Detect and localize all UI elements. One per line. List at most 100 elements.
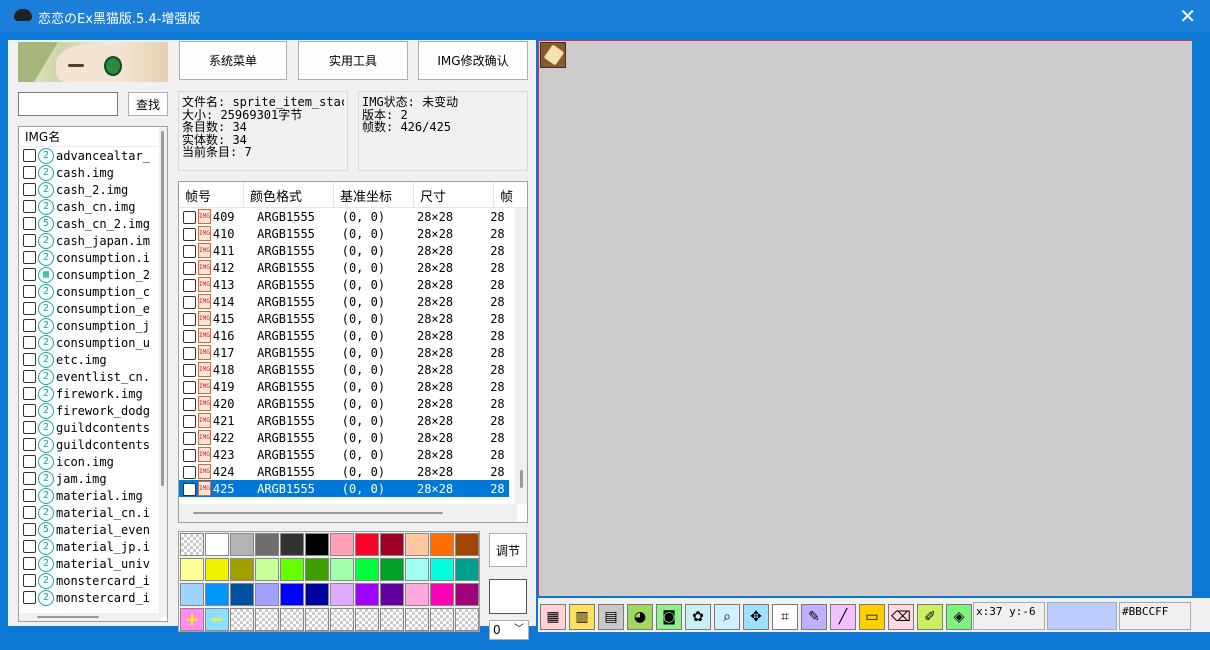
img-checkbox[interactable] xyxy=(23,506,36,519)
palette-swatch[interactable] xyxy=(180,583,204,606)
palette-swatch[interactable] xyxy=(455,558,479,581)
img-list-item[interactable]: 2 consumption_j xyxy=(19,317,167,334)
cat-tool-icon[interactable]: ◕ xyxy=(627,604,653,630)
search-input[interactable] xyxy=(18,92,118,116)
col-header-coord[interactable]: 基准坐标 xyxy=(334,182,414,208)
palette-swatch[interactable] xyxy=(355,583,379,606)
remove-color-button[interactable]: − xyxy=(205,608,229,631)
palette-swatch-transparent[interactable] xyxy=(330,608,354,631)
img-list-item[interactable]: 2 firework.img xyxy=(19,385,167,402)
frame-checkbox[interactable] xyxy=(183,312,196,326)
img-checkbox[interactable] xyxy=(23,217,36,230)
img-list-item[interactable]: 2 cash_cn.img xyxy=(19,198,167,215)
frame-checkbox[interactable] xyxy=(183,210,196,224)
img-checkbox[interactable] xyxy=(23,183,36,196)
frame-checkbox[interactable] xyxy=(183,397,196,411)
palette-swatch[interactable] xyxy=(455,533,479,556)
palette-tool-icon[interactable]: ▥ xyxy=(569,604,595,630)
img-list-item[interactable]: 2 guildcontents xyxy=(19,419,167,436)
palette-swatch-transparent[interactable] xyxy=(180,533,204,556)
palette-swatch[interactable] xyxy=(330,533,354,556)
img-checkbox[interactable] xyxy=(23,149,36,162)
palette-swatch-transparent[interactable] xyxy=(280,608,304,631)
img-list-item[interactable]: 2 cash_japan.im xyxy=(19,232,167,249)
img-list-item[interactable]: 2 consumption_u xyxy=(19,334,167,351)
frame-checkbox[interactable] xyxy=(183,261,196,275)
frame-row[interactable]: IMG 413 ARGB1555 (0, 0) 28×28 28 xyxy=(179,276,509,293)
eraser-tool-icon[interactable]: ⌫ xyxy=(888,604,914,630)
palette-swatch[interactable] xyxy=(430,583,454,606)
palette-swatch[interactable] xyxy=(330,583,354,606)
frame-row[interactable]: IMG 414 ARGB1555 (0, 0) 28×28 28 xyxy=(179,293,509,310)
img-list-item[interactable]: 2 monstercard_i xyxy=(19,572,167,589)
img-list-item[interactable]: 2 icon.img xyxy=(19,453,167,470)
palette-swatch-transparent[interactable] xyxy=(455,608,479,631)
move-tool-icon[interactable]: ✥ xyxy=(743,604,769,630)
palette-swatch[interactable] xyxy=(380,583,404,606)
close-icon[interactable]: ✕ xyxy=(1179,4,1196,28)
palette-swatch[interactable] xyxy=(180,558,204,581)
img-list-item[interactable]: 2 material.img xyxy=(19,487,167,504)
palette-swatch[interactable] xyxy=(330,558,354,581)
frame-row[interactable]: IMG 415 ARGB1555 (0, 0) 28×28 28 xyxy=(179,310,509,327)
palette-swatch[interactable] xyxy=(355,533,379,556)
palette-swatch[interactable] xyxy=(430,558,454,581)
frame-row[interactable]: IMG 410 ARGB1555 (0, 0) 28×28 28 xyxy=(179,225,509,242)
adjust-select[interactable]: 0 ﹀ xyxy=(489,620,529,640)
img-checkbox[interactable] xyxy=(23,285,36,298)
system-menu-button[interactable]: 系统菜单 xyxy=(179,41,287,80)
palette-swatch-transparent[interactable] xyxy=(405,608,429,631)
img-checkbox[interactable] xyxy=(23,574,36,587)
palette-swatch[interactable] xyxy=(380,558,404,581)
palette-swatch[interactable] xyxy=(205,583,229,606)
frame-checkbox[interactable] xyxy=(183,278,196,292)
frame-row[interactable]: IMG 417 ARGB1555 (0, 0) 28×28 28 xyxy=(179,344,509,361)
eyedropper-tool-icon[interactable]: ✐ xyxy=(917,604,943,630)
img-checkbox[interactable] xyxy=(23,455,36,468)
frame-checkbox[interactable] xyxy=(183,363,196,377)
img-checkbox[interactable] xyxy=(23,319,36,332)
frame-checkbox[interactable] xyxy=(183,414,196,428)
frame-checkbox[interactable] xyxy=(183,227,196,241)
palette-swatch-transparent[interactable] xyxy=(430,608,454,631)
camera-tool-icon[interactable]: ◙ xyxy=(656,604,682,630)
img-checkbox[interactable] xyxy=(23,166,36,179)
img-list-item[interactable]: 2 material_jp.i xyxy=(19,538,167,555)
img-list-item[interactable]: 2 monstercard_i xyxy=(19,589,167,606)
tools-button[interactable]: 实用工具 xyxy=(298,41,408,80)
img-list-item[interactable]: 2 jam.img xyxy=(19,470,167,487)
img-checkbox[interactable] xyxy=(23,251,36,264)
pencil-tool-icon[interactable]: ✎ xyxy=(801,604,827,630)
img-list-item[interactable]: 2 consumption_c xyxy=(19,283,167,300)
rect-tool-icon[interactable]: ▭ xyxy=(859,604,885,630)
palette-swatch[interactable] xyxy=(405,533,429,556)
img-checkbox[interactable] xyxy=(23,421,36,434)
crop-tool-icon[interactable]: ⌗ xyxy=(772,604,798,630)
col-header-frame[interactable]: 帧号 xyxy=(179,182,244,208)
palette-swatch[interactable] xyxy=(380,533,404,556)
img-list-hscroll[interactable] xyxy=(19,613,161,621)
img-checkbox[interactable] xyxy=(23,387,36,400)
img-list-item[interactable]: 2 consumption.i xyxy=(19,249,167,266)
frame-checkbox[interactable] xyxy=(183,346,196,360)
frame-row[interactable]: IMG 424 ARGB1555 (0, 0) 28×28 28 xyxy=(179,463,509,480)
palette-swatch[interactable] xyxy=(230,583,254,606)
palette-swatch-transparent[interactable] xyxy=(255,608,279,631)
frame-row[interactable]: IMG 412 ARGB1555 (0, 0) 28×28 28 xyxy=(179,259,509,276)
palette-swatch[interactable] xyxy=(405,558,429,581)
palette-swatch[interactable] xyxy=(205,533,229,556)
palette-swatch[interactable] xyxy=(280,533,304,556)
img-checkbox[interactable] xyxy=(23,370,36,383)
img-checkbox[interactable] xyxy=(23,523,36,536)
img-list-item[interactable]: 5 cash_cn_2.img xyxy=(19,215,167,232)
img-confirm-button[interactable]: IMG修改确认 xyxy=(418,41,528,80)
search-button[interactable]: 查找 xyxy=(128,92,168,116)
line-tool-icon[interactable]: ╱ xyxy=(830,604,856,630)
frame-row[interactable]: IMG 416 ARGB1555 (0, 0) 28×28 28 xyxy=(179,327,509,344)
img-checkbox[interactable] xyxy=(23,438,36,451)
img-list-item[interactable]: ▦ consumption_2 xyxy=(19,266,167,283)
col-header-size[interactable]: 尺寸 xyxy=(414,182,494,208)
img-list-item[interactable]: 5 material_even xyxy=(19,521,167,538)
frame-row[interactable]: IMG 421 ARGB1555 (0, 0) 28×28 28 xyxy=(179,412,509,429)
img-checkbox[interactable] xyxy=(23,404,36,417)
